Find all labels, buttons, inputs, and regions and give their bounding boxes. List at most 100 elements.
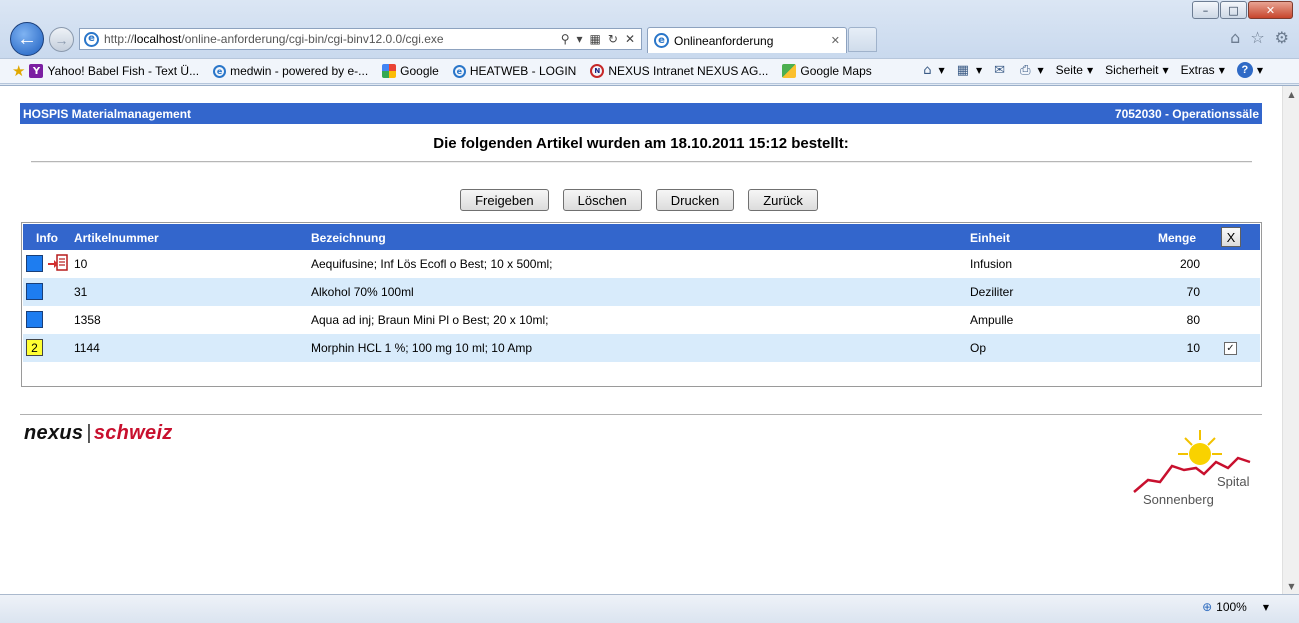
table-header: Info Artikelnummer Bezeichnung Einheit M… [23, 224, 1260, 250]
vertical-scrollbar[interactable]: ▲ ▼ [1282, 86, 1299, 594]
spital-sonnenberg-logo: Spital Sonnenberg [1133, 430, 1251, 507]
order-table: Info Artikelnummer Bezeichnung Einheit M… [21, 222, 1262, 387]
print-menu[interactable]: ⎙ ▼ [1020, 63, 1044, 78]
col-einheit-header: Einheit [970, 231, 1011, 245]
ie-tab-icon: e [654, 33, 669, 48]
footer-divider [20, 414, 1262, 415]
col-bezeichnung-header: Bezeichnung [311, 231, 386, 245]
nexus-icon: N [590, 64, 605, 78]
app-header-bar: HOSPIS Materialmanagement 7052030 - Oper… [20, 103, 1262, 124]
mail-button[interactable]: ✉ [994, 63, 1008, 78]
page-viewport: HOSPIS Materialmanagement 7052030 - Oper… [0, 85, 1299, 594]
info-indicator[interactable] [26, 255, 43, 272]
favorite-heatweb[interactable]: e HEATWEB - LOGIN [452, 64, 576, 78]
maps-icon [782, 64, 797, 78]
extras-menu[interactable]: Extras ▼ [1181, 63, 1225, 77]
menge-cell: 70 [1186, 285, 1200, 299]
divider [31, 161, 1252, 163]
bezeichnung-cell: Aqua ad inj; Braun Mini Pl o Best; 20 x … [311, 313, 549, 327]
favorite-google[interactable]: Google [382, 64, 439, 78]
favorite-yahoo[interactable]: Y Yahoo! Babel Fish - Text Ü... [29, 64, 199, 78]
mail-icon: ✉ [994, 62, 1006, 78]
search-icon[interactable]: ⚲ [561, 32, 570, 46]
status-bar: ⊕ 100% ▼ [0, 594, 1299, 623]
maximize-button[interactable]: □ [1220, 1, 1247, 19]
col-info-header: Info [36, 231, 58, 245]
sicherheit-menu[interactable]: Sicherheit ▼ [1105, 63, 1169, 77]
artikelnummer-cell: 31 [74, 285, 88, 299]
freigeben-button[interactable]: Freigeben [460, 189, 549, 211]
rss-feed-icon: ▦ [956, 62, 969, 78]
ie-icon: e [213, 64, 227, 78]
svg-text:Spital: Spital [1217, 474, 1250, 489]
compat-view-icon[interactable]: ▦ [590, 32, 601, 46]
favorites-add-icon[interactable]: ★ [12, 62, 25, 80]
info-indicator[interactable] [26, 283, 43, 300]
address-bar[interactable]: e http://localhost/online-anforderung/cg… [79, 28, 642, 50]
back-button[interactable]: ← [10, 22, 44, 56]
new-tab-button[interactable] [848, 27, 877, 52]
seite-menu[interactable]: Seite ▼ [1056, 63, 1094, 77]
row-select-checkbox[interactable]: ✓ [1224, 342, 1237, 355]
table-row[interactable]: 31 Alkohol 70% 100ml Deziliter 70 [23, 278, 1260, 306]
close-window-button[interactable]: ✕ [1248, 1, 1293, 19]
cost-center-label: 7052030 - Operationssäle [1114, 106, 1259, 121]
home-icon[interactable]: ⌂ [1230, 28, 1240, 47]
forward-button[interactable]: → [49, 27, 74, 52]
printer-icon: ⎙ [1020, 62, 1031, 78]
home-menu[interactable]: ⌂ ▼ [923, 63, 944, 78]
loeschen-button[interactable]: Löschen [562, 189, 642, 211]
settings-gear-icon[interactable]: ⚙ [1275, 28, 1289, 47]
home-icon: ⌂ [923, 62, 932, 78]
address-url[interactable]: http://localhost/online-anforderung/cgi-… [104, 32, 561, 46]
info-indicator[interactable] [26, 311, 43, 328]
page-title: Die folgenden Artikel wurden am 18.10.20… [433, 135, 849, 152]
nexus-schweiz-logo: nexus | schweiz [24, 422, 173, 444]
einheit-cell: Op [970, 341, 987, 355]
table-row[interactable]: 2 1144 Morphin HCL 1 %; 100 mg 10 ml; 10… [23, 334, 1260, 362]
back-arrow-icon: ← [17, 27, 37, 50]
tab-onlineanforderung[interactable]: e Onlineanforderung ✕ [647, 27, 847, 53]
favorite-nexus-intranet[interactable]: N NEXUS Intranet NEXUS AG... [590, 64, 768, 78]
forward-arrow-icon: → [54, 31, 69, 48]
clear-selection-button[interactable]: X [1221, 227, 1241, 247]
document-link-icon[interactable] [48, 254, 68, 272]
ie-page-icon: e [84, 31, 99, 47]
info-indicator[interactable]: 2 [26, 339, 43, 356]
menge-cell: 80 [1186, 313, 1200, 327]
artikelnummer-cell: 1144 [74, 341, 100, 355]
table-row[interactable]: 1358 Aqua ad inj; Braun Mini Pl o Best; … [23, 306, 1260, 334]
table-row[interactable]: 10 Aequifusine; Inf Lös Ecofl o Best; 10… [23, 250, 1260, 278]
favorite-google-maps[interactable]: Google Maps [782, 64, 872, 78]
ie-icon: e [452, 64, 466, 78]
col-menge-header: Menge [1158, 231, 1197, 245]
zoom-icon: ⊕ [1202, 600, 1213, 614]
minimize-button[interactable]: – [1192, 1, 1219, 19]
zurueck-button[interactable]: Zurück [748, 189, 818, 211]
tab-close-icon[interactable]: ✕ [831, 34, 840, 47]
action-buttons: Freigeben Löschen Drucken Zurück [0, 189, 1282, 211]
zoom-level: 100% [1216, 600, 1247, 614]
help-icon: ? [1236, 62, 1253, 78]
favorites-star-icon[interactable]: ☆ [1250, 28, 1264, 47]
tab-title: Onlineanforderung [674, 33, 774, 48]
einheit-cell: Ampulle [970, 313, 1014, 327]
scroll-down-icon[interactable]: ▼ [1283, 578, 1299, 594]
zoom-control[interactable]: ⊕ 100% ▼ [1202, 600, 1269, 614]
refresh-icon[interactable]: ↻ [608, 32, 618, 46]
bezeichnung-cell: Aequifusine; Inf Lös Ecofl o Best; 10 x … [311, 257, 553, 271]
dropdown-caret-icon[interactable]: ▾ [577, 32, 583, 46]
artikelnummer-cell: 1358 [74, 313, 101, 327]
feeds-menu[interactable]: ▦ ▼ [957, 63, 982, 78]
bezeichnung-cell: Alkohol 70% 100ml [311, 285, 414, 299]
bezeichnung-cell: Morphin HCL 1 %; 100 mg 10 ml; 10 Amp [311, 341, 532, 355]
favorite-medwin[interactable]: e medwin - powered by e-... [213, 64, 368, 78]
window-controls: – □ ✕ [1191, 1, 1293, 19]
stop-icon[interactable]: ✕ [625, 32, 635, 46]
scroll-up-icon[interactable]: ▲ [1283, 86, 1299, 102]
menge-cell: 10 [1186, 341, 1200, 355]
google-icon [382, 64, 397, 78]
help-menu[interactable]: ? ▼ [1236, 62, 1263, 78]
artikelnummer-cell: 10 [74, 257, 88, 271]
drucken-button[interactable]: Drucken [655, 189, 735, 211]
